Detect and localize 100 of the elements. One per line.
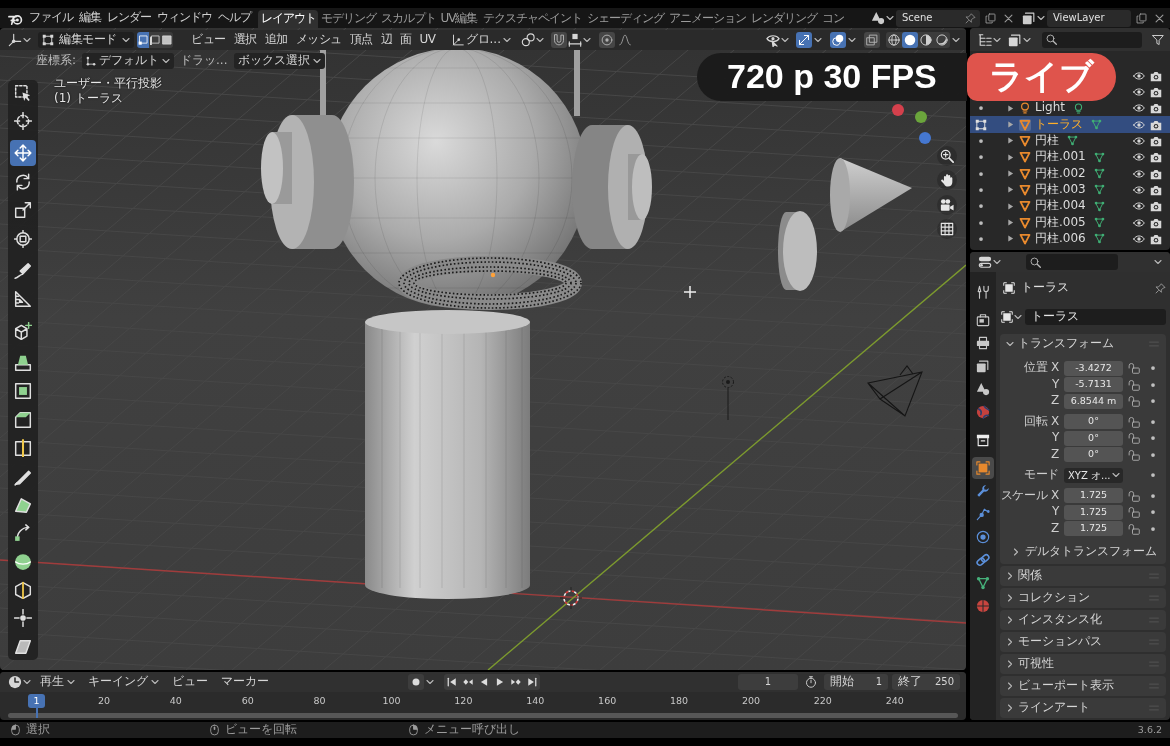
dot-icon[interactable] [1151, 526, 1155, 531]
number-field[interactable]: 0° [1064, 430, 1123, 446]
pin-icon[interactable] [1155, 282, 1166, 294]
drag-tool-dropdown[interactable]: ボックス選択 [233, 53, 325, 69]
editor-type-dropdown[interactable] [976, 254, 1002, 270]
camera-icon[interactable] [1150, 167, 1162, 180]
dot-icon[interactable] [979, 171, 983, 176]
dot-icon[interactable] [1151, 419, 1155, 424]
dot-icon[interactable] [1151, 452, 1155, 457]
workspace-tab[interactable]: レンダリング [748, 10, 819, 28]
camera-icon[interactable] [1150, 85, 1162, 98]
select-mode-button[interactable] [137, 32, 149, 48]
open-padlock-icon[interactable] [1128, 432, 1140, 445]
camera-icon[interactable] [1150, 118, 1162, 131]
expand-triangle-icon[interactable] [1006, 104, 1014, 112]
menu-item[interactable]: レンダー [104, 9, 154, 27]
zoom-button[interactable] [937, 146, 957, 166]
outliner-row[interactable]: 円柱.003 [970, 181, 1170, 199]
menu-item[interactable]: 再生 [35, 674, 80, 690]
menu-item[interactable]: マーカー [216, 674, 274, 690]
dot-icon[interactable] [979, 106, 983, 111]
panel-header[interactable]: トランスフォーム [1000, 334, 1166, 354]
number-field[interactable]: -3.4272 [1064, 360, 1123, 376]
eye-icon[interactable] [1133, 151, 1145, 164]
panel-header[interactable]: ビューポート表示 [1000, 676, 1166, 696]
proportional-editing-toggle[interactable] [598, 32, 615, 48]
mode-dropdown[interactable]: 編集モード [38, 32, 134, 48]
panel-header[interactable]: ラインアート [1000, 698, 1166, 718]
menu-item[interactable]: 頂点 [345, 31, 377, 49]
eye-icon[interactable] [1133, 216, 1145, 229]
snap-toggle[interactable] [550, 32, 567, 48]
number-field[interactable]: 6.8544 m [1064, 393, 1123, 409]
menu-item[interactable]: ファイル [26, 9, 76, 27]
falloff-dropdown[interactable] [616, 32, 633, 48]
subpanel-header[interactable]: デルタトランスフォーム [1000, 544, 1157, 560]
eye-icon[interactable] [1133, 167, 1145, 180]
open-padlock-icon[interactable] [1128, 378, 1140, 391]
search-field[interactable] [1026, 254, 1118, 270]
open-padlock-icon[interactable] [1128, 522, 1140, 535]
dot-icon[interactable] [1151, 399, 1155, 404]
shading-mode-button[interactable] [886, 32, 902, 48]
eye-icon[interactable] [1133, 102, 1145, 115]
outliner-row[interactable]: 円柱.001 [970, 149, 1170, 166]
shading-mode-button[interactable] [902, 32, 918, 48]
menu-item[interactable]: 辺 [376, 31, 396, 49]
open-padlock-icon[interactable] [1128, 362, 1140, 375]
camera-icon[interactable] [1150, 216, 1162, 229]
menu-item[interactable]: UV [415, 31, 440, 49]
camera-icon[interactable] [1150, 232, 1162, 245]
workspace-tab[interactable]: シェーディング [584, 10, 666, 28]
camera-icon[interactable] [1150, 151, 1162, 164]
dot-icon[interactable] [979, 204, 983, 209]
dropdown-field[interactable]: XYZ オ... [1064, 467, 1123, 483]
outliner-row[interactable]: 円柱.006 [970, 230, 1170, 248]
menu-item[interactable]: ビュー [167, 674, 213, 690]
object-type-dropdown[interactable] [1000, 309, 1022, 325]
outliner-row[interactable]: 円柱.005 [970, 214, 1170, 231]
orientation-dropdown[interactable]: デフォルト [82, 53, 175, 69]
dot-icon[interactable] [1151, 436, 1155, 441]
overlay-toggle[interactable] [830, 32, 846, 48]
number-field[interactable]: 0° [1064, 414, 1123, 430]
editor-type-dropdown[interactable] [976, 31, 1002, 48]
open-padlock-icon[interactable] [1128, 489, 1140, 502]
outliner-row[interactable]: 円柱.002 [970, 165, 1170, 182]
square-vertices-icon[interactable] [975, 118, 987, 131]
dot-icon[interactable] [1151, 473, 1155, 478]
menu-item[interactable]: メッシュ [291, 31, 346, 49]
workspace-tab[interactable]: モデリング [318, 10, 378, 28]
workspace-tab[interactable]: アニメーション [666, 10, 748, 28]
camera-icon[interactable] [1150, 134, 1162, 147]
menu-item[interactable]: 面 [396, 31, 416, 49]
eye-icon[interactable] [1133, 69, 1145, 82]
eye-icon[interactable] [1133, 183, 1145, 196]
open-padlock-icon[interactable] [1128, 448, 1140, 461]
eye-icon[interactable] [1133, 200, 1145, 213]
outliner-row[interactable]: トーラス [970, 116, 1170, 133]
menu-item[interactable]: ビュー [187, 31, 230, 49]
panel-header[interactable]: 可視性 [1000, 654, 1166, 674]
scene-field[interactable]: Scene [896, 9, 980, 27]
number-field[interactable]: -5.7131 [1064, 377, 1123, 393]
menu-item[interactable]: ヘルプ [215, 9, 254, 27]
camera-view-button[interactable] [937, 194, 957, 215]
dot-icon[interactable] [979, 155, 983, 160]
menu-item[interactable]: 編集 [76, 9, 104, 27]
open-padlock-icon[interactable] [1128, 395, 1140, 408]
outliner-row[interactable]: 円柱 [970, 132, 1170, 150]
search-field[interactable] [1042, 31, 1142, 48]
filter-button[interactable] [1152, 33, 1164, 46]
xray-toggle[interactable] [864, 32, 880, 48]
number-field[interactable]: 1.725 [1064, 504, 1123, 520]
workspace-tab[interactable]: コン [819, 10, 846, 28]
current-frame-field[interactable]: 1 [738, 674, 798, 690]
shading-mode-button[interactable] [934, 32, 950, 48]
dot-icon[interactable] [979, 187, 983, 192]
dot-icon[interactable] [979, 138, 983, 143]
number-field[interactable]: 1.725 [1064, 488, 1123, 504]
eye-icon[interactable] [1133, 85, 1145, 98]
pan-button[interactable] [937, 170, 957, 191]
pivot-point-dropdown[interactable] [519, 32, 546, 48]
pin-icon[interactable] [965, 12, 976, 24]
